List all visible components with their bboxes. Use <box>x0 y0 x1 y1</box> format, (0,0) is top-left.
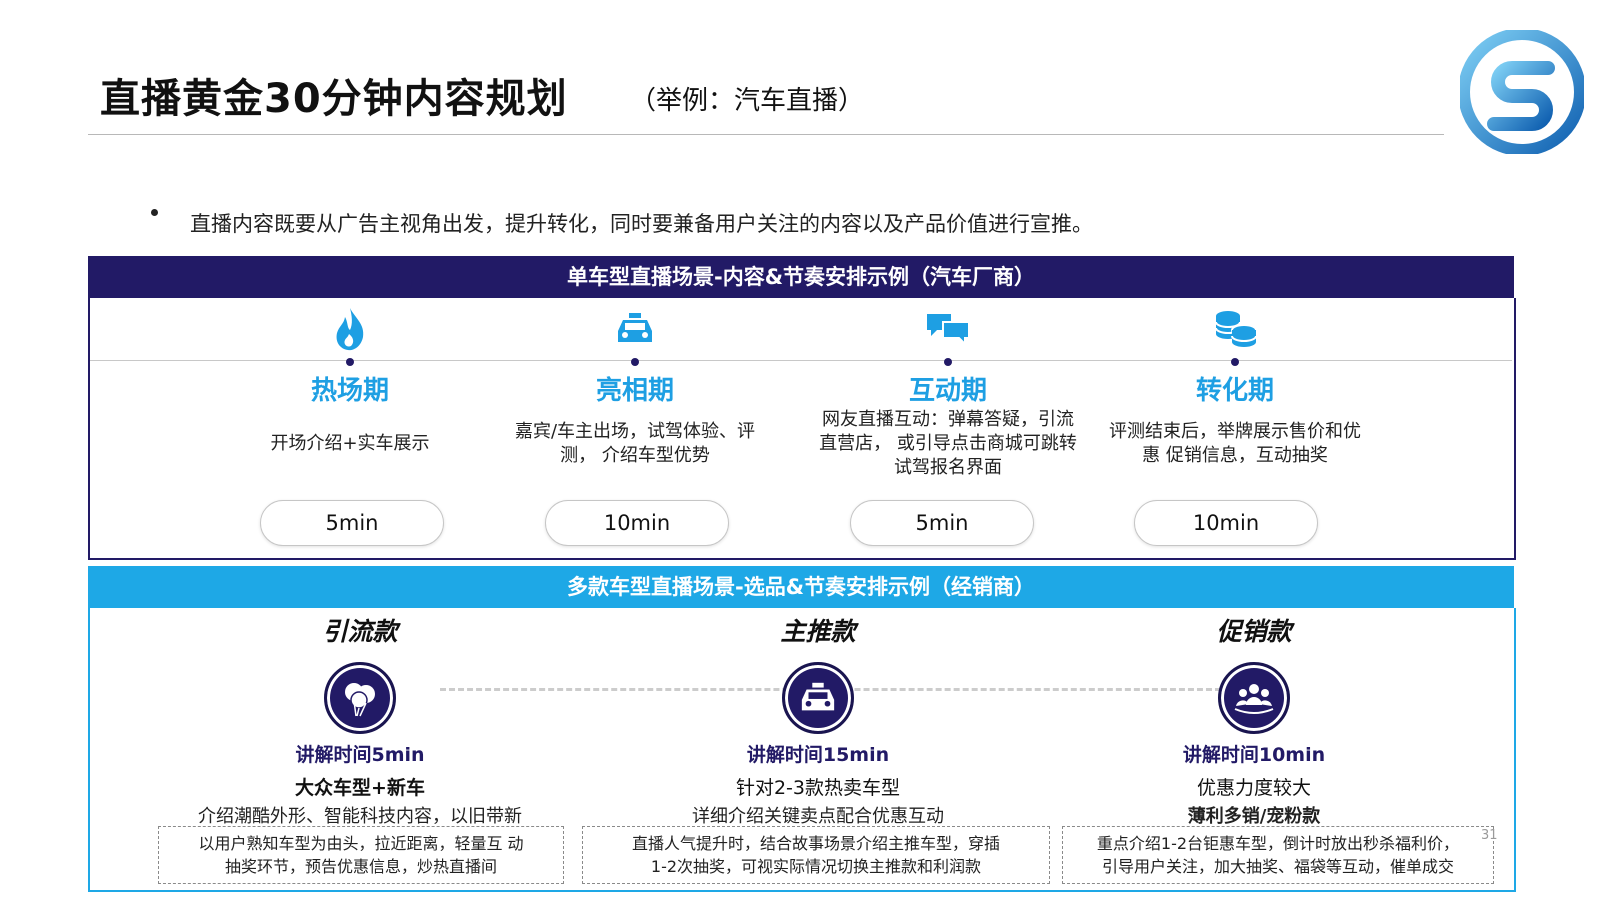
timeline-dot <box>944 358 952 366</box>
column-time: 讲解时间15min <box>746 744 890 766</box>
stage-desc: 开场介绍+实车展示 <box>270 433 430 454</box>
stage-convert: 转化期 评测结束后，举牌展示售价和优惠 促销信息，互动抽奖 <box>1095 300 1375 481</box>
stage-name: 互动期 <box>908 376 987 406</box>
brand-logo <box>1458 28 1586 156</box>
stage-name: 热场期 <box>310 376 389 406</box>
crowd-icon <box>1218 662 1290 734</box>
column-detail: 详细介绍关键卖点配合优惠互动 <box>692 806 944 827</box>
title-divider <box>88 134 1444 135</box>
column-note: 直播人气提升时，结合故事场景介绍主推车型，穿插 1-2次抽奖，可视实际情况切换主… <box>582 826 1050 884</box>
note-line: 以用户熟知车型为由头，拉近距离，轻量互 动 <box>198 834 524 853</box>
column-time: 讲解时间10min <box>1182 744 1326 766</box>
column-time: 讲解时间5min <box>295 744 425 766</box>
note-line: 1-2次抽奖，可视实际情况切换主推款和利润款 <box>650 857 982 876</box>
timeline-dot <box>631 358 639 366</box>
column-traffic: 引流款 讲解时间5min 大众车型+新车 介绍潮酷外形、智能科技内容，以旧带新 <box>140 612 580 828</box>
stage-debut: 亮相期 嘉宾/车主出场，试驾体验、评测， 介绍车型优势 <box>495 300 775 481</box>
column-note: 重点介绍1-2台钜惠车型，倒计时放出秒杀福利价， 引导用户关注，加大抽奖、福袋等… <box>1062 826 1494 884</box>
stage-desc: 嘉宾/车主出场，试驾体验、评测， 介绍车型优势 <box>514 421 756 466</box>
intro-bullet-text: 直播内容既要从广告主视角出发，提升转化，同时要兼备用户关注的内容以及产品价值进行… <box>190 212 1093 236</box>
column-promo: 促销款 讲解时间10min 优惠力度较大 薄利多销/宠粉款 <box>1034 612 1474 828</box>
page-number: 31 <box>1481 828 1498 843</box>
note-line: 抽奖环节，预告优惠信息，炒热直播间 <box>224 857 497 876</box>
section2-header: 多款车型直播场景-选品&节奏安排示例（经销商） <box>88 566 1514 608</box>
stage-interact: 互动期 网友直播互动：弹幕答疑，引流直营店， 或引导点击商城可跳转试驾报名界面 <box>808 300 1088 481</box>
timeline-dot <box>346 358 354 366</box>
note-line: 直播人气提升时，结合故事场景介绍主推车型，穿插 <box>631 834 1000 853</box>
car-icon <box>782 662 854 734</box>
note-line: 重点介绍1-2台钜惠车型，倒计时放出秒杀福利价， <box>1096 834 1460 853</box>
section1-header: 单车型直播场景-内容&节奏安排示例（汽车厂商） <box>88 256 1514 298</box>
note-line: 引导用户关注，加大抽奖、福袋等互动，催单成交 <box>1101 857 1454 876</box>
timeline-dot <box>1231 358 1239 366</box>
column-title: 引流款 <box>322 617 398 646</box>
column-detail: 介绍潮酷外形、智能科技内容，以旧带新 <box>198 806 522 827</box>
column-note: 以用户熟知车型为由头，拉近距离，轻量互 动 抽奖环节，预告优惠信息，炒热直播间 <box>158 826 564 884</box>
duration-pill: 5min <box>260 500 444 546</box>
flame-icon <box>210 300 490 358</box>
duration-pill: 10min <box>1134 500 1318 546</box>
coins-icon <box>1095 300 1375 358</box>
duration-pill: 5min <box>850 500 1034 546</box>
column-main: 主推款 讲解时间15min 针对2-3款热卖车型 详细介绍关键卖点配合优惠互动 <box>598 612 1038 828</box>
column-title: 主推款 <box>780 617 856 646</box>
chat-icon <box>808 300 1088 358</box>
column-headline: 针对2-3款热卖车型 <box>735 777 901 799</box>
page-title: 直播黄金30分钟内容规划 <box>100 76 568 122</box>
page-subtitle: （举例：汽车直播） <box>630 86 865 116</box>
column-headline: 优惠力度较大 <box>1196 777 1311 799</box>
stage-desc: 评测结束后，举牌展示售价和优惠 促销信息，互动抽奖 <box>1109 421 1361 466</box>
stage-desc: 网友直播互动：弹幕答疑，引流直营店， 或引导点击商城可跳转试驾报名界面 <box>819 409 1077 478</box>
balloon-icon <box>324 662 396 734</box>
stage-name: 转化期 <box>1195 376 1274 406</box>
car-icon <box>495 300 775 358</box>
bullet-marker <box>151 209 158 216</box>
stage-name: 亮相期 <box>595 376 674 406</box>
duration-pill: 10min <box>545 500 729 546</box>
column-title: 促销款 <box>1216 617 1292 646</box>
stage-warmup: 热场期 开场介绍+实车展示 <box>210 300 490 481</box>
column-headline: 大众车型+新车 <box>295 777 425 799</box>
column-detail: 薄利多销/宠粉款 <box>1187 806 1321 827</box>
